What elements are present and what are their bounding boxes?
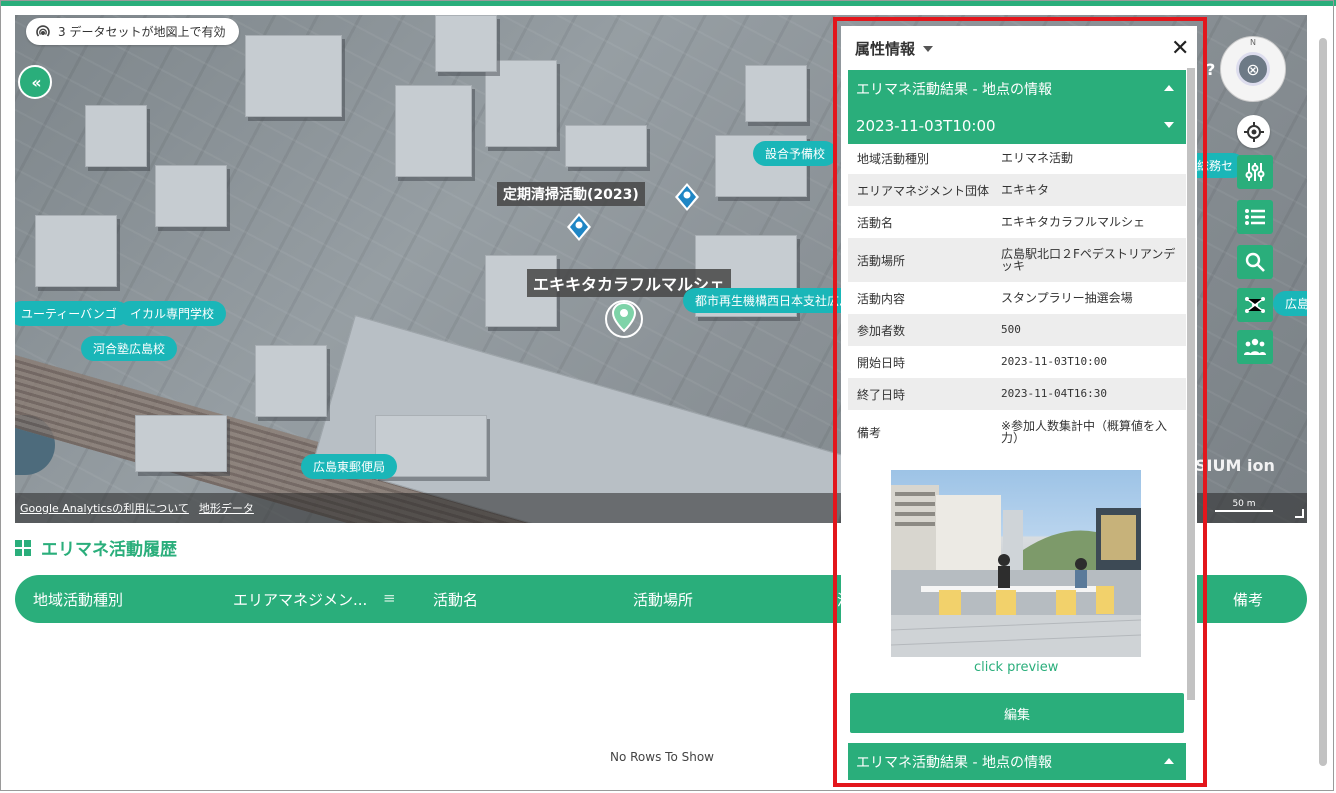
compass-icon: ⊗ — [1236, 52, 1270, 86]
compass-widget[interactable]: N ⊗ — [1220, 36, 1286, 102]
building — [565, 125, 647, 167]
attribute-row: エリアマネジメント団体 エキキタ — [848, 174, 1186, 206]
search-icon — [1245, 252, 1265, 272]
column-header[interactable]: エリアマネジメン... — [233, 589, 367, 610]
attribute-row: 参加者数 500 — [848, 314, 1186, 346]
panel-scrollbar[interactable] — [1187, 68, 1195, 700]
attribute-row: 開始日時 2023-11-03T10:00 — [857, 355, 1107, 370]
building — [135, 415, 227, 472]
place-label: 河合塾広島校 — [81, 336, 178, 361]
selected-map-pin-icon[interactable] — [604, 297, 644, 341]
cesium-ion-logo: SIUM ion — [1195, 456, 1275, 475]
history-title: エリマネ活動履歴 — [41, 540, 177, 560]
map-pin-icon[interactable] — [673, 181, 701, 213]
marker-label-cleaning: 定期清掃活動(2023) — [497, 182, 645, 206]
grid-icon — [15, 539, 31, 556]
crosshair-icon — [1243, 121, 1264, 142]
expand-down-icon — [1164, 122, 1174, 128]
filter-settings-button[interactable] — [1237, 155, 1273, 189]
terrain-data-link[interactable]: 地形データ — [199, 500, 254, 516]
building — [155, 165, 227, 227]
building — [245, 35, 342, 117]
attribute-row: 活動名 エキキタカラフルマルシェ — [857, 215, 1146, 230]
activity-photo[interactable] — [891, 470, 1141, 657]
search-button[interactable] — [1237, 245, 1273, 279]
list-icon — [1245, 209, 1265, 225]
place-label: 設合予備校 — [753, 141, 838, 166]
help-icon[interactable]: ? — [1206, 60, 1215, 79]
collapse-up-icon — [1164, 85, 1174, 91]
footer-section-header[interactable]: エリマネ活動結果 - 地点の情報 — [848, 743, 1186, 780]
collapse-up-icon — [1164, 758, 1174, 764]
place-label: 都市再生機構西日本支社広島 — [683, 288, 864, 313]
history-section-title: エリマネ活動履歴 — [15, 535, 177, 560]
map-pin-icon[interactable] — [565, 211, 593, 243]
broadcast-icon — [36, 24, 50, 37]
attributes-panel: 属性情報 ✕ エリマネ活動結果 - 地点の情報 2023-11-03T10:00… — [841, 26, 1197, 782]
place-label: 広島 — [1273, 291, 1307, 316]
close-icon[interactable]: ✕ — [1171, 36, 1189, 61]
attribute-row: 備考 ※参加人数集計中（概算値を入力） — [857, 419, 1168, 445]
sliders-icon — [1245, 163, 1265, 181]
click-preview-link[interactable]: click preview — [974, 660, 1058, 675]
top-accent-bar — [0, 0, 1336, 6]
attribute-table: 地域活動種別 エリマネ活動 エリアマネジメント団体 エキキタ 活動名 エキキタカラフル… — [848, 142, 1186, 454]
page-scrollbar[interactable] — [1319, 38, 1327, 766]
double-chevron-left-icon: ‹‹ — [31, 72, 41, 92]
compass-north-label: N — [1250, 38, 1256, 47]
caret-down-icon — [923, 45, 934, 52]
layer-list-button[interactable] — [1237, 200, 1273, 234]
event-photo-image — [891, 485, 1141, 657]
building — [255, 345, 327, 417]
attribute-row: 活動場所 広島駅北口２Fペデストリアンデッキ — [848, 238, 1186, 282]
people-icon — [1244, 338, 1266, 355]
place-label: 広島東郵便局 — [301, 454, 398, 479]
scale-bar: 50 m — [1215, 499, 1273, 512]
empty-table-message: No Rows To Show — [610, 750, 714, 764]
building — [35, 215, 117, 287]
building — [395, 85, 472, 177]
edit-button[interactable]: 編集 — [850, 693, 1184, 733]
column-header[interactable]: 活動名 — [433, 589, 478, 610]
building — [745, 65, 807, 122]
attribute-row: 地域活動種別 エリマネ活動 — [857, 151, 1074, 166]
active-datasets-chip[interactable]: 3 データセットが地図上で有効 — [26, 18, 240, 45]
building — [85, 105, 147, 167]
column-header[interactable]: 地域活動種別 — [33, 589, 123, 610]
analytics-link[interactable]: Google Analyticsの利用について — [20, 500, 189, 516]
column-menu-icon[interactable]: ≡ — [383, 589, 396, 607]
network-button[interactable] — [1237, 288, 1273, 322]
collapse-panel-button[interactable]: ‹‹ — [18, 65, 52, 99]
section-header[interactable]: エリマネ活動結果 - 地点の情報 — [848, 70, 1186, 107]
attribute-row: 終了日時 2023-11-04T16:30 — [848, 378, 1186, 410]
network-icon — [1245, 297, 1265, 313]
place-label: イカル専門学校 — [118, 301, 227, 326]
active-datasets-text: 3 データセットが地図上で有効 — [58, 25, 226, 39]
record-header[interactable]: 2023-11-03T10:00 — [848, 107, 1186, 144]
panel-title[interactable]: 属性情報 — [855, 38, 934, 59]
place-label: ユーティーバンゴ — [15, 301, 129, 326]
column-header[interactable]: 備考 — [1233, 589, 1263, 610]
column-header[interactable]: 活動場所 — [633, 589, 693, 610]
building — [485, 60, 557, 147]
fullscreen-corner-icon[interactable] — [1295, 509, 1304, 518]
attribute-row: 活動内容 スタンプラリー抽選会場 — [857, 291, 1133, 306]
locate-button[interactable] — [1237, 115, 1270, 148]
community-button[interactable] — [1237, 330, 1273, 364]
building — [435, 15, 497, 72]
